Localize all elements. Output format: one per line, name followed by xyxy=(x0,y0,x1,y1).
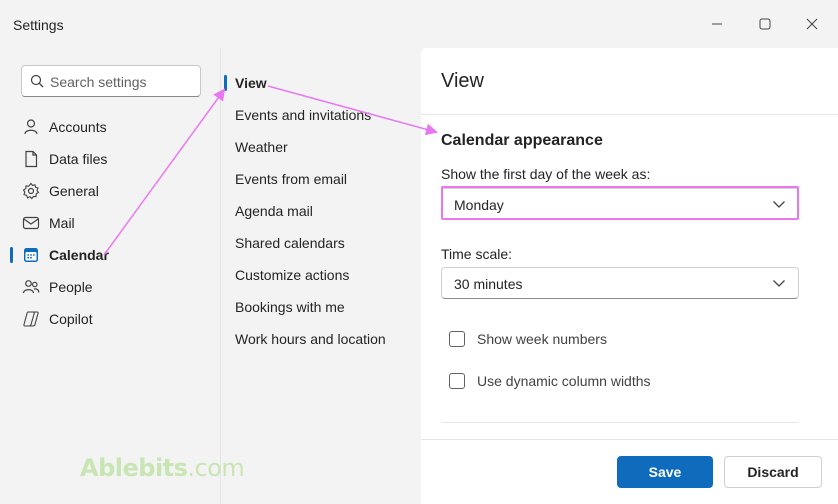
save-button[interactable]: Save xyxy=(617,456,713,488)
sidebar-item-label: Mail xyxy=(49,215,75,231)
close-button[interactable] xyxy=(798,10,826,38)
sidebar-item-data-files[interactable]: Data files xyxy=(10,144,210,174)
sidebar-item-label: General xyxy=(49,183,99,199)
time-scale-dropdown[interactable]: 30 minutes xyxy=(441,267,799,299)
section-title: Calendar appearance xyxy=(441,132,603,149)
mail-icon xyxy=(22,216,40,230)
people-icon xyxy=(22,280,40,294)
sub-nav-active-indicator xyxy=(224,75,227,91)
watermark-logo: Ablebits.com xyxy=(80,454,245,482)
sidebar-item-label: Copilot xyxy=(49,311,93,327)
first-day-value: Monday xyxy=(454,197,504,213)
sidebar-item-label: Accounts xyxy=(49,119,107,135)
watermark-suffix: .com xyxy=(187,454,245,482)
show-week-numbers-checkbox[interactable] xyxy=(449,331,465,347)
calendar-icon xyxy=(24,248,38,262)
window-title: Settings xyxy=(13,17,64,33)
sub-nav-item-weather[interactable]: Weather xyxy=(235,139,288,155)
time-scale-value: 30 minutes xyxy=(454,276,523,292)
checkbox-label: Show week numbers xyxy=(477,331,607,347)
dialog-footer: Save Discard xyxy=(421,439,838,504)
gear-icon xyxy=(22,182,40,200)
sub-nav-item-events-from-email[interactable]: Events from email xyxy=(235,171,347,187)
sub-nav-item-agenda-mail[interactable]: Agenda mail xyxy=(235,203,313,219)
document-icon xyxy=(25,150,38,168)
watermark-brand: Ablebits xyxy=(80,454,188,482)
maximize-button[interactable] xyxy=(751,10,779,38)
pane-header: View xyxy=(421,48,838,115)
search-icon xyxy=(30,74,44,88)
copilot-icon xyxy=(23,311,39,327)
sidebar-item-calendar[interactable]: Calendar xyxy=(10,240,210,270)
sub-nav: View Events and invitations Weather Even… xyxy=(220,48,421,504)
settings-content: View Calendar appearance Show the first … xyxy=(421,48,838,504)
first-day-dropdown[interactable]: Monday xyxy=(441,188,799,220)
active-indicator xyxy=(10,247,13,263)
minimize-icon xyxy=(712,23,722,25)
minimize-button[interactable] xyxy=(703,10,731,38)
sub-nav-item-events-and-invitations[interactable]: Events and invitations xyxy=(235,107,371,123)
sidebar-item-mail[interactable]: Mail xyxy=(10,208,210,238)
sidebar-item-label: Data files xyxy=(49,151,108,167)
person-icon xyxy=(24,119,38,135)
sidebar-item-general[interactable]: General xyxy=(10,176,210,206)
sidebar-item-people[interactable]: People xyxy=(10,272,210,302)
discard-button[interactable]: Discard xyxy=(724,456,822,488)
chevron-down-icon xyxy=(773,201,785,208)
page-title: View xyxy=(441,70,484,92)
title-bar: Settings xyxy=(0,0,838,48)
sidebar-item-copilot[interactable]: Copilot xyxy=(10,304,210,334)
sub-nav-item-work-hours-and-location[interactable]: Work hours and location xyxy=(235,331,386,347)
sub-nav-item-bookings-with-me[interactable]: Bookings with me xyxy=(235,299,345,315)
sub-nav-item-customize-actions[interactable]: Customize actions xyxy=(235,267,349,283)
sub-nav-item-shared-calendars[interactable]: Shared calendars xyxy=(235,235,345,251)
search-box[interactable] xyxy=(21,65,201,97)
sidebar-item-label: Calendar xyxy=(49,247,109,263)
search-input[interactable] xyxy=(50,72,195,92)
first-day-label: Show the first day of the week as: xyxy=(441,166,651,182)
checkbox-label: Use dynamic column widths xyxy=(477,373,651,389)
dynamic-column-widths-checkbox[interactable] xyxy=(449,373,465,389)
sub-nav-item-view[interactable]: View xyxy=(235,75,267,91)
sidebar-item-label: People xyxy=(49,279,93,295)
left-nav: Accounts Data files General Mail Calenda… xyxy=(0,48,220,504)
time-scale-label: Time scale: xyxy=(441,246,513,262)
chevron-down-icon xyxy=(773,280,785,287)
sidebar-item-accounts[interactable]: Accounts xyxy=(10,112,210,142)
close-icon xyxy=(806,18,818,30)
maximize-icon xyxy=(759,18,771,30)
divider xyxy=(441,422,799,423)
